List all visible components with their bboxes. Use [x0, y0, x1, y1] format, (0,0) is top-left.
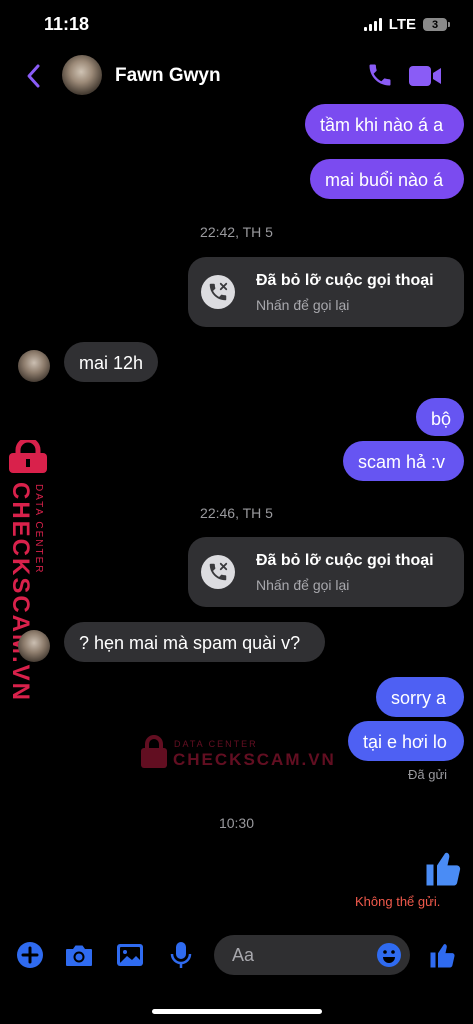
back-chevron-icon [27, 64, 40, 88]
watermark-brand: CHECKSCAM.VN [173, 750, 336, 769]
lock-icon [9, 440, 47, 473]
missed-call-icon [201, 275, 235, 309]
microphone-icon [170, 942, 192, 968]
back-button[interactable] [22, 62, 46, 90]
sent-status: Đã gửi [408, 767, 448, 782]
watermark-subtitle: DATA CENTER [174, 739, 258, 749]
more-actions-button[interactable] [15, 940, 45, 970]
status-time: 11:18 [44, 14, 90, 34]
send-like-button[interactable] [428, 939, 458, 976]
message-composer[interactable] [214, 935, 410, 975]
watermark-vertical: CHECKSCAM.VN DATA CENTER [4, 440, 56, 702]
image-icon [117, 944, 143, 966]
network-label: LTE [388, 16, 416, 33]
missed-call-subtitle: Nhấn để gọi lại [256, 577, 350, 593]
plus-icon [17, 942, 43, 968]
outgoing-message[interactable]: sorry a [376, 677, 464, 717]
voice-call-button[interactable] [366, 61, 394, 89]
camera-button[interactable] [64, 940, 94, 970]
missed-call-title: Đã bỏ lỡ cuộc gọi thoại [256, 272, 434, 289]
lock-icon [141, 735, 167, 768]
contact-avatar[interactable] [62, 55, 102, 95]
gallery-button[interactable] [115, 940, 145, 970]
timestamp: 10:30 [218, 815, 255, 831]
outgoing-message[interactable]: mai buổi nào á [310, 159, 464, 199]
missed-call-icon [201, 555, 235, 589]
missed-call-card[interactable]: Đã bỏ lỡ cuộc gọi thoại Nhấn để gọi lại [188, 537, 464, 607]
sent-like-message[interactable] [423, 846, 465, 895]
outgoing-message[interactable]: tầm khi nào á a [305, 104, 464, 144]
incoming-message[interactable]: ? hẹn mai mà spam quài v? [64, 622, 325, 662]
emoji-icon [377, 943, 401, 967]
emoji-button[interactable] [376, 942, 402, 968]
failed-status: Không thể gửi. [355, 894, 441, 909]
timestamp: 22:42, TH 5 [200, 224, 273, 240]
status-indicators: LTE 3 [363, 16, 450, 33]
video-call-button[interactable] [408, 63, 442, 89]
incoming-message[interactable]: mai 12h [64, 342, 158, 382]
watermark-center: DATA CENTER CHECKSCAM.VN [140, 735, 334, 774]
battery-icon: 3 [423, 18, 450, 31]
outgoing-message[interactable]: bộ [416, 398, 464, 436]
sender-avatar[interactable] [18, 350, 50, 382]
signal-icon [363, 18, 382, 31]
outgoing-message[interactable]: tại e hơi lo [348, 721, 464, 761]
missed-call-card[interactable]: Đã bỏ lỡ cuộc gọi thoại Nhấn để gọi lại [188, 257, 464, 327]
missed-call-subtitle: Nhấn để gọi lại [256, 297, 350, 313]
home-indicator [152, 1009, 322, 1014]
message-input[interactable] [232, 935, 362, 975]
camera-icon [66, 945, 92, 966]
contact-name[interactable]: Fawn Gwyn [115, 65, 221, 87]
phone-icon [369, 64, 391, 86]
sender-avatar[interactable] [18, 630, 50, 662]
thumbs-up-icon [426, 852, 461, 886]
video-camera-icon [409, 66, 441, 86]
outgoing-message[interactable]: scam hả :v [343, 441, 464, 481]
watermark-subtitle: DATA CENTER [33, 484, 44, 575]
voice-message-button[interactable] [166, 940, 196, 970]
missed-call-title: Đã bỏ lỡ cuộc gọi thoại [256, 552, 434, 569]
timestamp: 22:46, TH 5 [200, 505, 273, 521]
thumbs-up-icon [430, 944, 455, 968]
